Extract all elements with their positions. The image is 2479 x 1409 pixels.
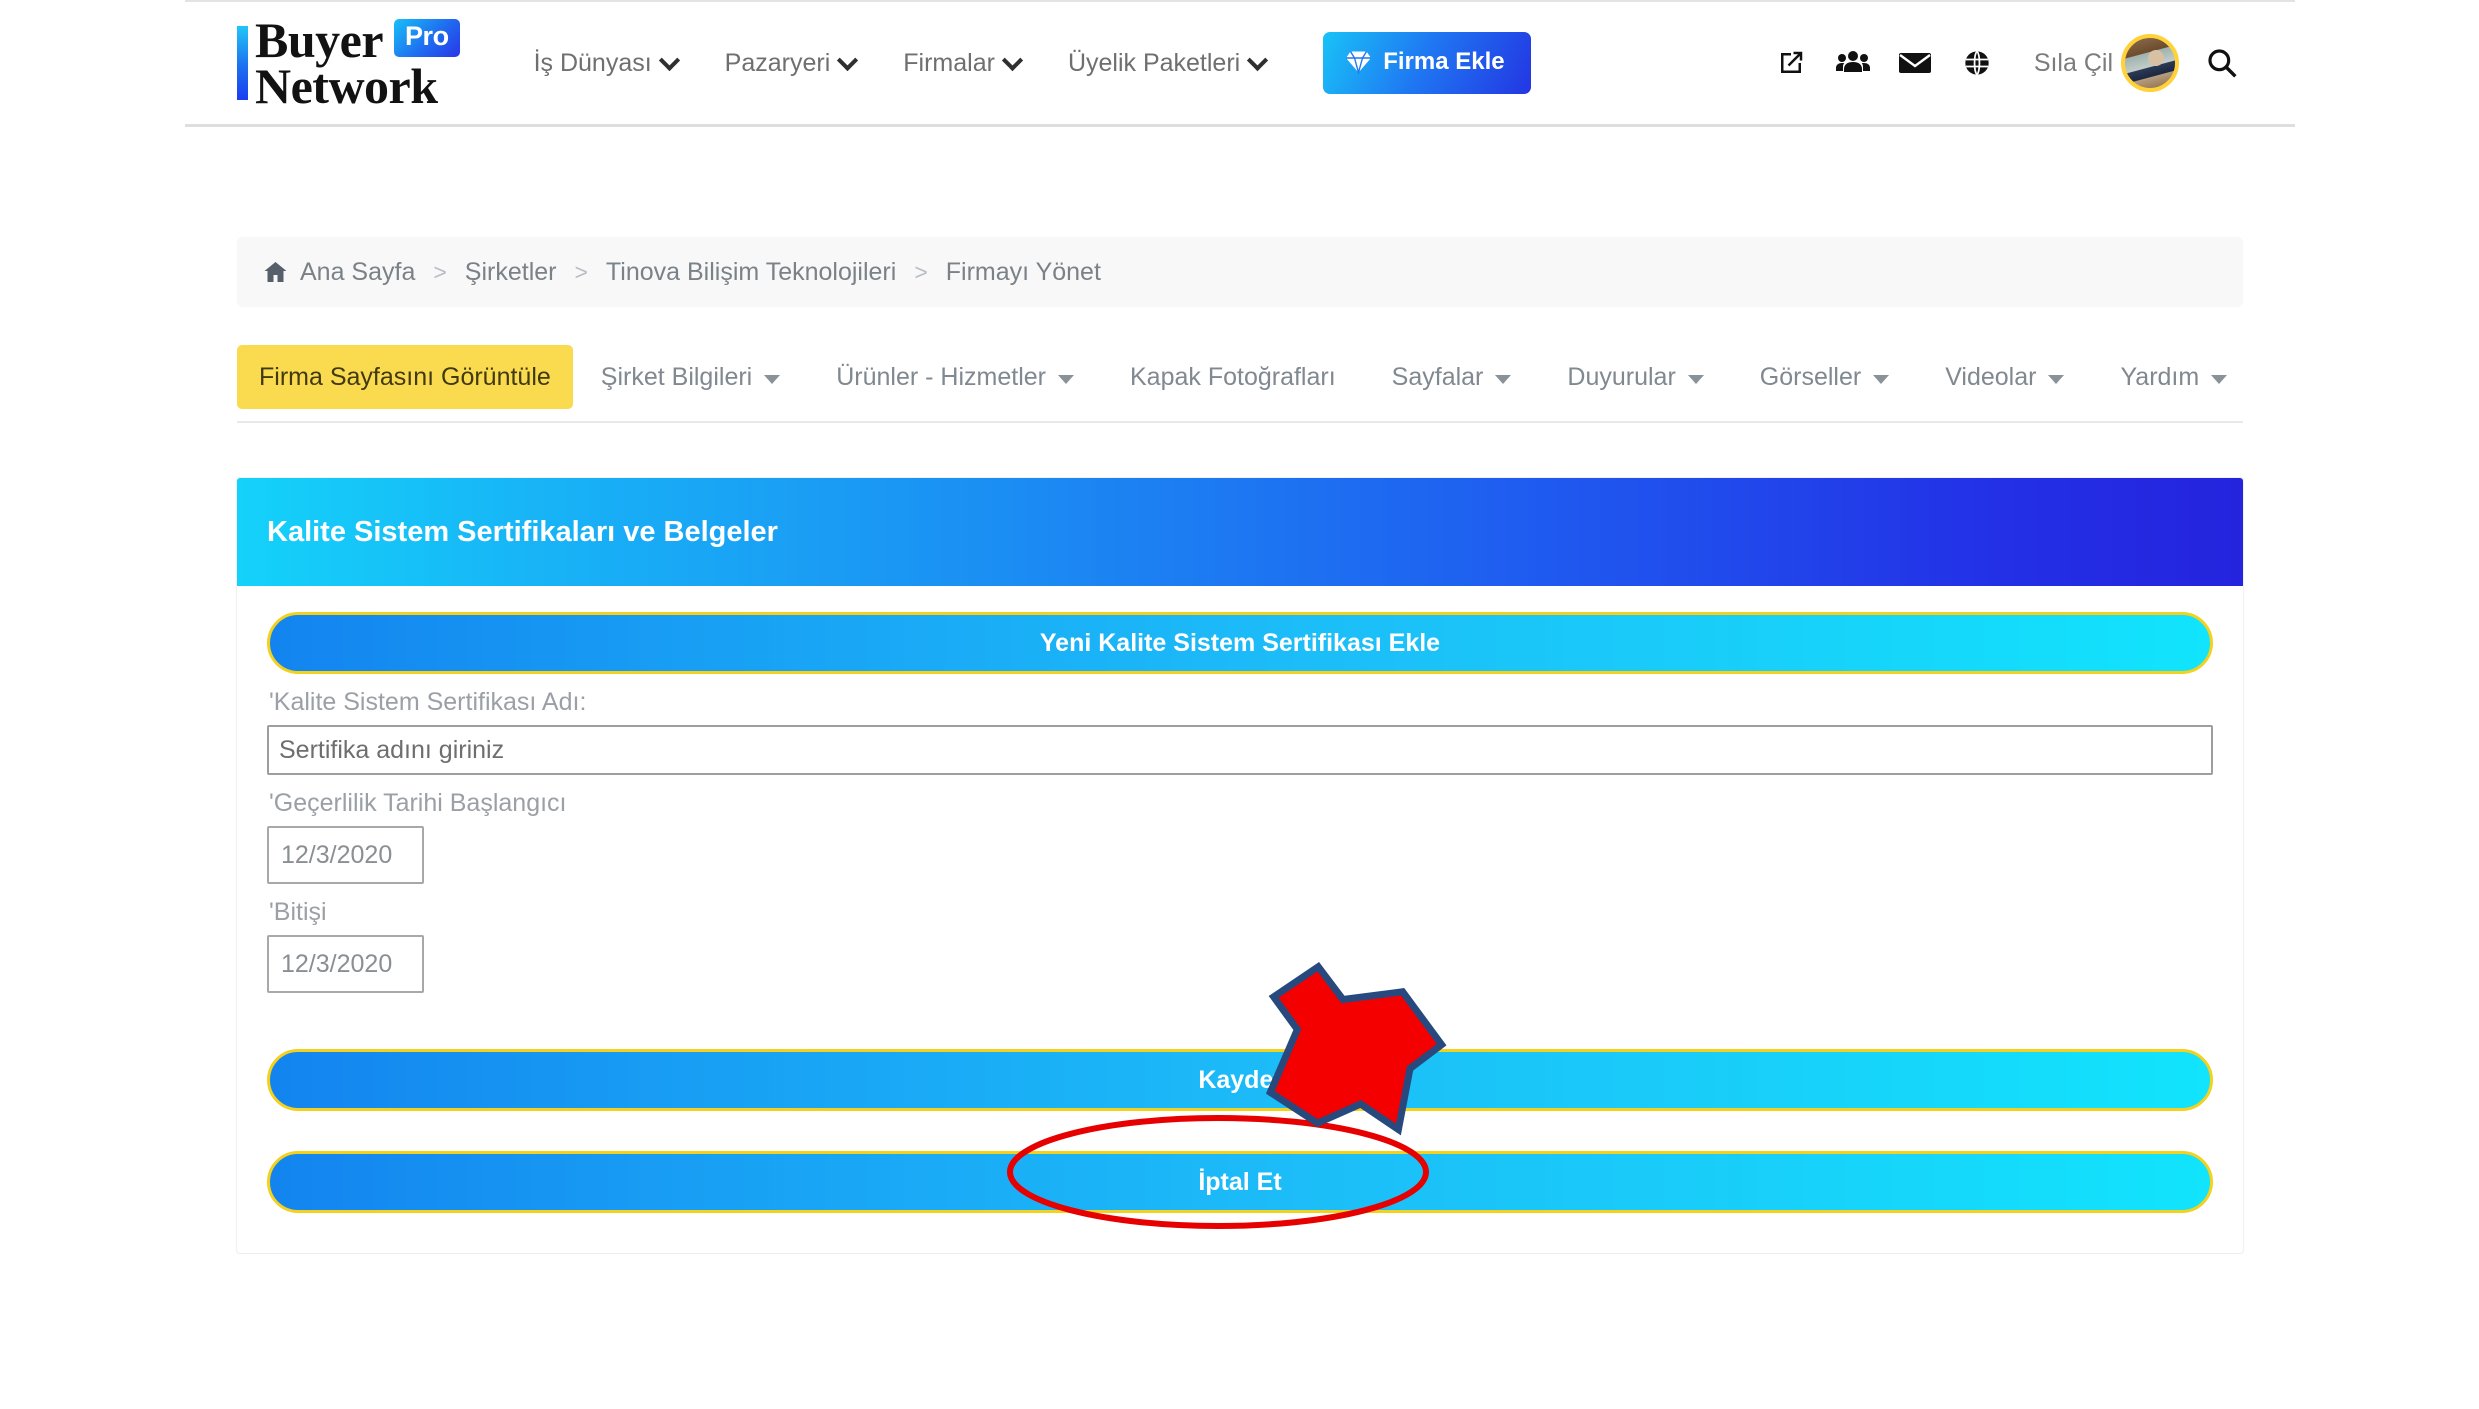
- gem-icon: [1345, 50, 1372, 76]
- chevron-down-icon: [840, 53, 855, 68]
- avatar[interactable]: [2121, 34, 2179, 92]
- tab-label: Firma Sayfasını Görüntüle: [259, 362, 551, 391]
- logo-pro-badge: Pro: [394, 19, 460, 57]
- home-icon: [263, 260, 288, 284]
- breadcrumb-item-ana-sayfa[interactable]: Ana Sayfa: [300, 258, 415, 287]
- tab-label: Duyurular: [1567, 362, 1676, 391]
- caret-down-icon: [764, 374, 781, 384]
- envelope-icon[interactable]: [1884, 39, 1946, 87]
- site-header: Buyer Pro Network İş Dünyası Pazaryeri F…: [185, 0, 2295, 127]
- logo-text-line2: Network: [255, 58, 438, 114]
- tab-sayfalar[interactable]: Sayfalar: [1364, 345, 1540, 409]
- panel-body: Yeni Kalite Sistem Sertifikası Ekle 'Kal…: [237, 586, 2243, 1253]
- tab-label: Kapak Fotoğrafları: [1130, 362, 1336, 391]
- manage-company-tabs: Firma Sayfasını Görüntüle Şirket Bilgile…: [237, 333, 2243, 423]
- nav-label: İş Dünyası: [533, 48, 652, 77]
- nav-item-uyelik-paketleri[interactable]: Üyelik Paketleri: [1044, 49, 1289, 78]
- main-nav: İş Dünyası Pazaryeri Firmalar Üyelik Pak…: [510, 32, 1531, 94]
- nav-label: Üyelik Paketleri: [1067, 48, 1241, 77]
- header-actions: Sıla Çil: [1760, 34, 2295, 92]
- page-container: Buyer Pro Network İş Dünyası Pazaryeri F…: [185, 0, 2295, 1409]
- breadcrumb-item-current: Firmayı Yönet: [945, 257, 1101, 286]
- tab-duyurular[interactable]: Duyurular: [1539, 345, 1731, 409]
- cert-name-input[interactable]: [267, 725, 2213, 775]
- breadcrumb: Ana Sayfa > Şirketler > Tinova Bilişim T…: [237, 237, 2243, 307]
- caret-down-icon: [1873, 374, 1890, 384]
- nav-label: Pazaryeri: [724, 48, 831, 77]
- tab-label: Yardım: [2120, 362, 2200, 391]
- end-date-input[interactable]: [267, 935, 424, 993]
- tab-sirket-bilgileri[interactable]: Şirket Bilgileri: [573, 345, 808, 409]
- nav-item-firmalar[interactable]: Firmalar: [879, 49, 1044, 78]
- tab-label: Videolar: [1945, 362, 2037, 391]
- user-name[interactable]: Sıla Çil: [2034, 49, 2113, 78]
- quality-certificates-panel: Kalite Sistem Sertifikaları ve Belgeler …: [237, 478, 2243, 1253]
- search-icon[interactable]: [2191, 39, 2253, 87]
- logo-accent-bar: [237, 26, 248, 100]
- nav-item-pazaryeri[interactable]: Pazaryeri: [701, 49, 880, 78]
- breadcrumb-separator: >: [433, 258, 447, 285]
- breadcrumb-item-company[interactable]: Tinova Bilişim Teknolojileri: [606, 258, 896, 287]
- cert-name-label: 'Kalite Sistem Sertifikası Adı:: [269, 688, 587, 716]
- add-certificate-button[interactable]: Yeni Kalite Sistem Sertifikası Ekle: [267, 612, 2213, 674]
- nav-item-is-dunyasi[interactable]: İş Dünyası: [510, 49, 701, 78]
- caret-down-icon: [2048, 374, 2065, 384]
- tab-firma-sayfasini-goruntule[interactable]: Firma Sayfasını Görüntüle: [237, 345, 573, 409]
- logo-wordmark: Buyer Pro Network: [255, 12, 460, 114]
- cancel-button[interactable]: İptal Et: [267, 1151, 2213, 1213]
- end-date-label: 'Bitişi: [269, 898, 327, 926]
- users-icon[interactable]: [1822, 39, 1884, 87]
- external-link-icon[interactable]: [1760, 39, 1822, 87]
- firma-ekle-button[interactable]: Firma Ekle: [1323, 32, 1531, 94]
- tab-kapak-fotograflari[interactable]: Kapak Fotoğrafları: [1102, 345, 1364, 409]
- start-date-label: 'Geçerlilik Tarihi Başlangıcı: [269, 789, 567, 817]
- tab-videolar[interactable]: Videolar: [1917, 345, 2092, 409]
- tab-label: Görseller: [1759, 362, 1862, 391]
- chevron-down-icon: [662, 53, 677, 68]
- tab-gorseller[interactable]: Görseller: [1732, 345, 1917, 409]
- caret-down-icon: [1058, 374, 1074, 384]
- panel-header: Kalite Sistem Sertifikaları ve Belgeler: [237, 478, 2243, 586]
- tab-label: Sayfalar: [1391, 362, 1484, 391]
- tab-yardim[interactable]: Yardım: [2092, 345, 2255, 409]
- tab-label: Ürünler - Hizmetler: [836, 362, 1046, 391]
- nav-label: Firmalar: [903, 48, 995, 77]
- breadcrumb-item-sirketler[interactable]: Şirketler: [465, 258, 557, 287]
- chevron-down-icon: [1250, 53, 1265, 68]
- start-date-input[interactable]: [267, 826, 424, 884]
- panel-title: Kalite Sistem Sertifikaları ve Belgeler: [267, 515, 778, 548]
- caret-down-icon: [1687, 374, 1704, 384]
- tab-label: Şirket Bilgileri: [600, 362, 753, 391]
- breadcrumb-separator: >: [574, 258, 588, 285]
- chevron-down-icon: [1005, 53, 1020, 68]
- globe-icon[interactable]: [1946, 39, 2008, 87]
- logo-text-line1: Buyer: [255, 12, 384, 68]
- save-button[interactable]: Kaydet: [267, 1049, 2213, 1111]
- caret-down-icon: [1495, 374, 1512, 384]
- caret-down-icon: [2211, 374, 2228, 384]
- firma-ekle-label: Firma Ekle: [1383, 48, 1505, 75]
- brand-logo[interactable]: Buyer Pro Network: [237, 2, 460, 124]
- tab-urunler-hizmetler[interactable]: Ürünler - Hizmetler: [808, 345, 1102, 409]
- breadcrumb-separator: >: [914, 258, 928, 285]
